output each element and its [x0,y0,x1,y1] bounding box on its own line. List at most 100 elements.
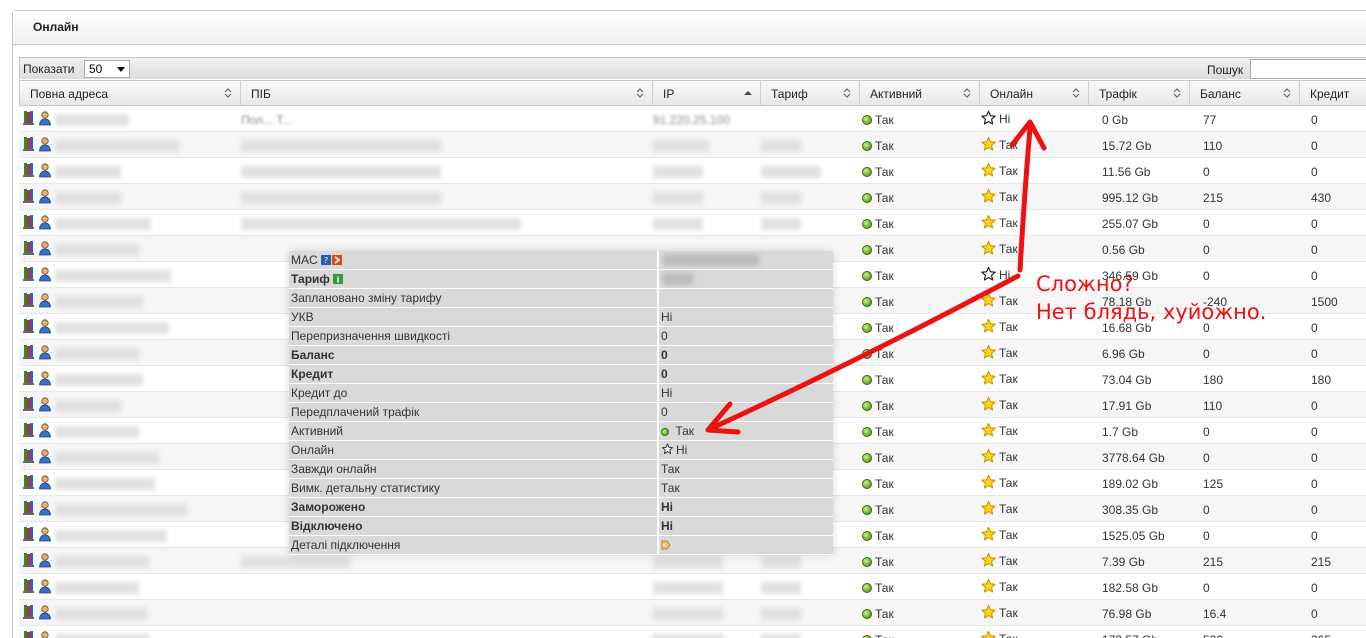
active-status-icon [862,167,872,177]
help-icon: ? [320,255,331,265]
detail-value: Ні [659,441,833,459]
balance-cell: 77 [1203,113,1217,127]
user-details-popup: MAC? Тариф i Заплановано зміну тарифу УКВ Ні П… [289,251,833,555]
column-header-label: Кредит [1310,87,1350,101]
table-row[interactable]: Так Так 11.56 Gb 0 0 [19,158,1366,184]
detail-label: Заплановано зміну тарифу [289,289,657,307]
table-row[interactable]: Так Так 995.12 Gb 215 430 [19,184,1366,210]
detail-value: 0 [659,403,833,421]
online-cell: Так [980,288,1018,314]
credit-cell: 0 [1311,113,1318,127]
online-cell: Так [980,340,1018,366]
balance-cell: 125 [1203,477,1224,491]
table-row[interactable]: Так Так 182.58 Gb 0 0 [19,574,1366,600]
online-cell: Так [980,418,1018,444]
credit-cell: 0 [1311,503,1318,517]
star-filled-icon [980,240,999,256]
active-cell: Так [862,210,894,236]
balance-cell: 0 [1203,347,1210,361]
table-row[interactable]: Так Так 76.98 Gb 16.4 0 [19,600,1366,626]
active-status-icon [862,479,872,489]
active-status-icon [862,323,872,333]
online-cell: Так [980,158,1018,184]
page: Онлайн Показати 50 Пошук Повна адреса ПІБ… [0,0,1366,638]
blurred-address [55,452,159,464]
blurred-address [55,322,169,334]
column-header[interactable]: Трафік [1089,81,1190,105]
credit-cell: 0 [1311,477,1318,491]
column-header[interactable]: Баланс [1190,81,1300,105]
chevron-down-icon [117,67,125,72]
active-cell: Так [862,366,894,392]
blurred-tariff [761,218,801,230]
star-filled-icon [980,344,999,360]
blurred-tariff [761,608,801,620]
blurred-name [241,140,441,152]
traffic-cell: 1.7 Gb [1102,425,1139,439]
column-header[interactable]: Онлайн [980,81,1089,105]
detail-row: Завжди онлайн Так [289,460,833,479]
star-filled-icon [980,318,999,334]
blurred-address [55,400,121,412]
detail-row: Відключено Ні [289,517,833,536]
active-cell: Так [862,392,894,418]
detail-value: 0 [659,346,833,364]
active-cell: Так [862,314,894,340]
active-cell: Так [862,288,894,314]
search-input[interactable] [1250,59,1366,79]
balance-cell: 110 [1203,139,1223,153]
active-status-icon [862,193,872,203]
table-row[interactable]: Так Так 255.07 Gb 0 0 [19,210,1366,236]
detail-value [659,289,833,307]
active-status-icon [862,245,872,255]
detail-label: Відключено [289,517,657,535]
detail-row: УКВ Ні [289,308,833,327]
traffic-cell: 7.39 Gb [1102,555,1145,569]
online-cell: Так [980,132,1018,158]
blurred-address [55,504,187,516]
column-header[interactable]: Активний [860,81,980,105]
svg-text:?: ? [324,256,328,265]
traffic-cell: 189.02 Gb [1102,477,1159,491]
page-size-select[interactable]: 50 [84,60,130,78]
active-cell: Так [862,600,894,626]
detail-label: Заморожено [289,498,657,516]
active-status-icon [862,115,872,125]
balance-cell: 530 [1203,626,1223,638]
table-row[interactable]: Так Так 173.57 Gb 530 265 [19,626,1366,638]
column-header[interactable]: Повна адреса [20,81,241,105]
column-header[interactable]: Кредит [1300,81,1366,105]
annotation-line-2: Нет блядь, хуйожно. [1036,300,1267,324]
active-status-icon [862,141,872,151]
active-status-icon [862,271,872,281]
blurred-tariff [761,556,801,568]
credit-cell: 1500 [1311,295,1338,309]
star-filled-icon [980,136,999,152]
traffic-cell: 76.98 Gb [1102,607,1152,621]
star-filled-icon [980,578,999,594]
active-cell: Так [862,340,894,366]
traffic-cell: 173.57 Gb [1102,626,1158,638]
table-toolbar: Показати 50 Пошук [19,57,1366,79]
traffic-cell: 1525.05 Gb [1102,529,1165,543]
online-cell: Так [980,392,1018,418]
detail-value: 0 [659,327,833,345]
online-cell: Так [980,548,1018,574]
online-cell: Так [980,444,1018,470]
credit-cell: 215 [1311,555,1332,569]
detail-label: Деталі підключення [289,536,657,554]
table-row[interactable]: Пол... Т... 91.220.25.100 Так Ні 0 Gb 77 0 [19,106,1366,132]
active-cell: Так [862,470,894,496]
column-header[interactable]: ПІБ [241,81,653,105]
table-row[interactable]: Так Так 15.72 Gb 110 0 [19,132,1366,158]
traffic-cell: 6.96 Gb [1102,347,1145,361]
blurred-value [663,254,759,266]
column-header[interactable]: Тариф [761,81,860,105]
column-header[interactable]: IP [653,81,761,105]
star-filled-icon [980,292,999,308]
star-outline-icon [980,266,999,282]
credit-cell: 0 [1311,529,1318,543]
blurred-address [55,582,139,594]
blurred-address [55,166,121,178]
active-status-icon [862,375,872,385]
